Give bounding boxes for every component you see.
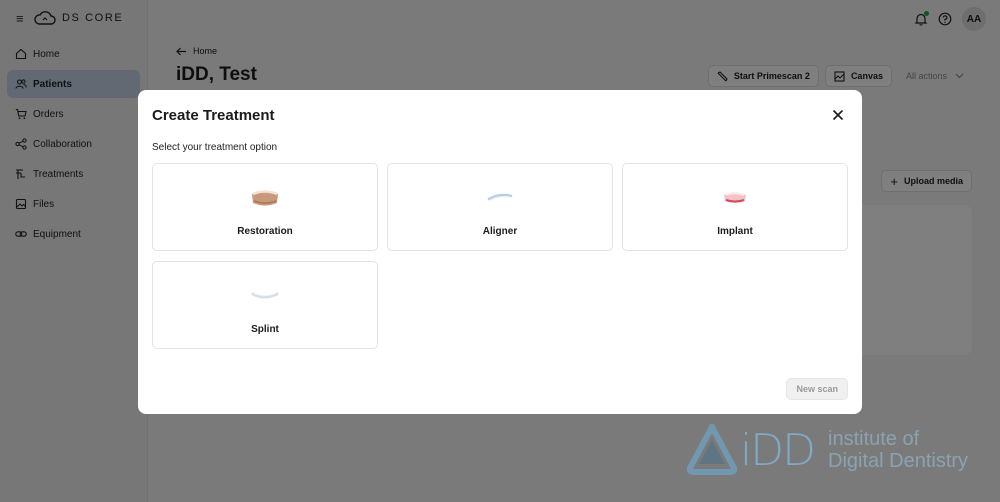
option-label: Aligner: [482, 226, 518, 237]
splint-icon: [251, 292, 279, 299]
option-card-restoration[interactable]: Restoration: [152, 163, 378, 251]
implant-icon: [724, 192, 746, 203]
option-label: Implant: [717, 226, 753, 237]
idd-logo-icon: [686, 424, 738, 475]
aligner-icon: [487, 193, 513, 201]
restoration-icon: [252, 190, 278, 206]
close-icon[interactable]: [832, 108, 844, 121]
watermark-line-2: Digital Dentistry: [828, 450, 969, 472]
modal-title: Create Treatment: [152, 107, 275, 124]
watermark-line-1: institute of: [828, 428, 920, 450]
option-label: Splint: [251, 324, 279, 335]
modal-subtitle: Select your treatment option: [152, 142, 278, 153]
new-scan-button[interactable]: New scan: [786, 378, 848, 400]
create-treatment-modal: Create Treatment Select your treatment o…: [138, 90, 862, 414]
watermark-text: institute of Digital Dentistry: [828, 428, 968, 472]
watermark-brand: iDD: [740, 424, 816, 476]
option-card-aligner[interactable]: Aligner: [387, 163, 613, 251]
option-card-implant[interactable]: Implant: [622, 163, 848, 251]
option-card-splint[interactable]: Splint: [152, 261, 378, 349]
idd-watermark: iDD institute of Digital Dentistry: [686, 424, 968, 476]
option-label: Restoration: [237, 226, 293, 237]
